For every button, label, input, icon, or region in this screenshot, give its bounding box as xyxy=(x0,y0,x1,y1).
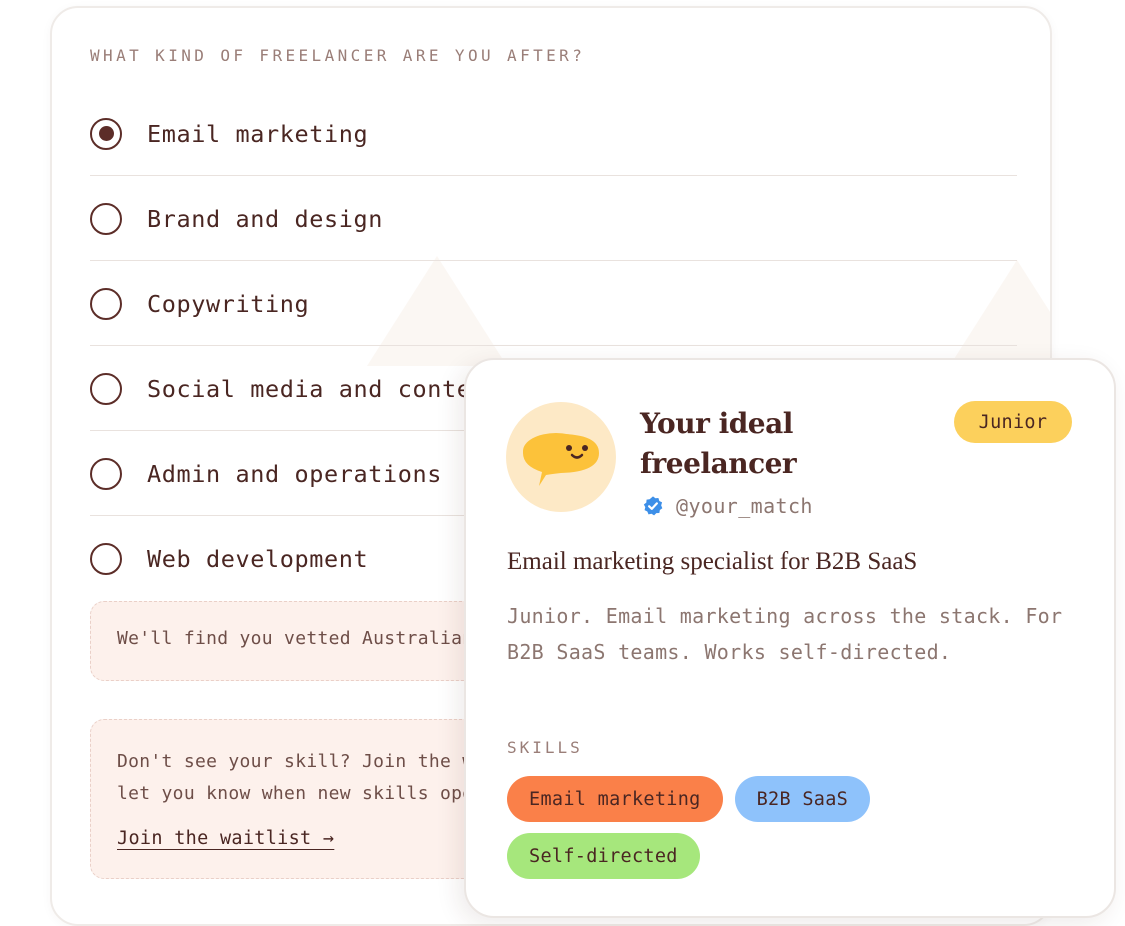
profile-headline: Email marketing specialist for B2B SaaS xyxy=(507,548,918,575)
radio-unselected-icon[interactable] xyxy=(90,372,122,405)
radio-selected-icon[interactable] xyxy=(90,117,122,150)
profile-name: Your ideal freelancer xyxy=(640,407,797,480)
avatar xyxy=(506,402,616,512)
option-label: Social media and content xyxy=(147,374,501,403)
option-email-marketing[interactable]: Email marketing xyxy=(90,92,1017,176)
option-copywriting[interactable]: Copywriting xyxy=(90,262,1017,346)
level-badge: Junior xyxy=(954,401,1072,443)
skill-chip-self-directed: Self-directed xyxy=(507,833,700,879)
profile-summary: Junior. Email marketing across the stack… xyxy=(507,604,1063,664)
skills-label: SKILLS xyxy=(507,738,583,757)
option-label: Web development xyxy=(147,545,369,573)
skills-list: Email marketing B2B SaaS Self-directed xyxy=(507,776,1067,879)
profile-handle: @your_match xyxy=(642,494,813,518)
option-label: Email marketing xyxy=(147,119,369,148)
join-waitlist-link[interactable]: Join the waitlist → xyxy=(117,828,334,849)
skill-chip-b2b-saas: B2B SaaS xyxy=(734,776,871,822)
option-label: Admin and operations xyxy=(147,459,442,488)
radio-unselected-icon[interactable] xyxy=(90,202,122,235)
verified-check-icon xyxy=(643,496,663,516)
option-brand-and-design[interactable]: Brand and design xyxy=(90,177,1017,261)
handle-text: @your_match xyxy=(676,494,813,518)
question-label: WHAT KIND OF FREELANCER ARE YOU AFTER? xyxy=(90,46,586,65)
ideal-freelancer-card: Your ideal freelancer @your_match Junior… xyxy=(464,358,1116,918)
radio-unselected-icon[interactable] xyxy=(90,287,122,320)
skill-chip-email-marketing: Email marketing xyxy=(507,776,723,822)
radio-unselected-icon[interactable] xyxy=(90,457,122,490)
option-label: Brand and design xyxy=(147,204,383,233)
radio-unselected-icon[interactable] xyxy=(90,543,122,575)
option-label: Copywriting xyxy=(147,289,310,318)
smiling-speech-bubble-icon xyxy=(523,433,599,486)
